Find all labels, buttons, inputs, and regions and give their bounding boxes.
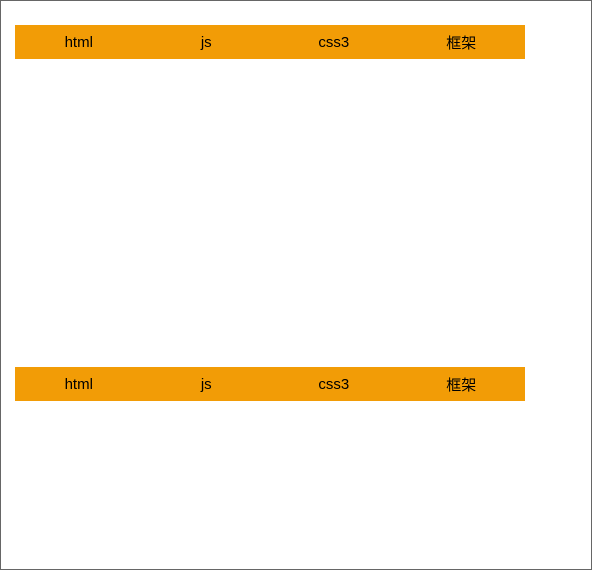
nav-bar-top: html js css3 框架 [15, 25, 525, 59]
nav-item-framework[interactable]: 框架 [398, 32, 526, 53]
nav-bar-bottom: html js css3 框架 [15, 367, 525, 401]
nav-item-js[interactable]: js [143, 376, 271, 393]
nav-item-css3[interactable]: css3 [270, 34, 398, 51]
nav-item-framework[interactable]: 框架 [398, 374, 526, 395]
nav-item-html[interactable]: html [15, 376, 143, 393]
nav-item-css3[interactable]: css3 [270, 376, 398, 393]
nav-item-html[interactable]: html [15, 34, 143, 51]
nav-item-js[interactable]: js [143, 34, 271, 51]
